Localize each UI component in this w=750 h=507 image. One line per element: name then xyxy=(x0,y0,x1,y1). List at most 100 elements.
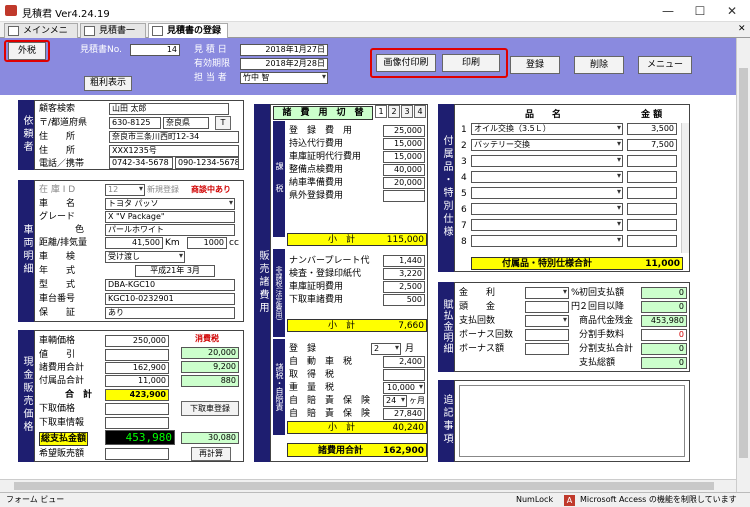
pref-field[interactable]: 奈良県 xyxy=(163,117,209,129)
accessory-name-select[interactable] xyxy=(471,171,623,183)
grade-field[interactable]: X "V Package" xyxy=(105,211,235,223)
delete-button[interactable]: 削除 xyxy=(574,56,624,74)
car-tax-field[interactable]: 2,400 xyxy=(383,356,425,368)
accessory-name-select[interactable]: バッテリー交換 xyxy=(471,139,623,151)
fee-label: 分割手数料 xyxy=(579,330,625,340)
close-tab-icon[interactable]: ✕ xyxy=(738,24,746,34)
stock-id-select[interactable]: 12 xyxy=(105,184,145,196)
staff-select[interactable]: 竹中 智 xyxy=(240,72,328,84)
accessory-name-select[interactable] xyxy=(471,155,623,167)
accessory-name-select[interactable] xyxy=(471,235,623,247)
valid-label: 有効期限 xyxy=(194,59,231,69)
trade-register-button[interactable]: 下取車登録 xyxy=(181,401,239,416)
mobile-field[interactable]: 090-1234-5678 xyxy=(175,157,239,169)
print-with-image-button[interactable]: 画像付印刷 xyxy=(376,54,436,72)
accessory-amount-field[interactable] xyxy=(627,219,677,231)
accessory-name-select[interactable] xyxy=(471,203,623,215)
nontax-value[interactable]: 2,500 xyxy=(383,281,425,293)
trade-car-field[interactable] xyxy=(105,417,169,429)
displacement-field[interactable]: 1000 xyxy=(187,237,227,249)
fee-item-value[interactable]: 20,000 xyxy=(383,177,425,189)
first-pay-label: 初回支払額 xyxy=(579,288,625,298)
accessory-amount-field[interactable] xyxy=(627,187,677,199)
reg-month-select[interactable]: 2 xyxy=(371,343,401,355)
count-select[interactable] xyxy=(525,315,569,327)
car-name-select[interactable]: トヨタ パッソ xyxy=(105,198,235,210)
date-field[interactable]: 2018年1月27日 xyxy=(240,44,328,56)
customer-search-input[interactable]: 山田 太郎 xyxy=(109,103,229,115)
nontax-value[interactable]: 500 xyxy=(383,294,425,306)
menu-button[interactable]: メニュー xyxy=(638,56,692,74)
fee-tab-4[interactable]: 4 xyxy=(414,105,426,118)
bonus-count-field[interactable] xyxy=(525,329,569,341)
tab-estimate-list[interactable]: 見積書一覧 xyxy=(80,23,146,50)
address2-field[interactable]: XXX1235号 xyxy=(109,145,239,157)
chassis-field[interactable]: KGC10-0232901 xyxy=(105,293,235,305)
fee-item-value[interactable]: 15,000 xyxy=(383,138,425,150)
year-field[interactable]: 平成21年 3月 xyxy=(135,265,215,277)
estimate-no-field[interactable]: 14 xyxy=(130,44,180,56)
accessory-scrollbar[interactable] xyxy=(681,123,689,253)
fee-item-value[interactable]: 15,000 xyxy=(383,151,425,163)
down-field[interactable] xyxy=(525,301,569,313)
grand-total-label: 総支払金額 xyxy=(39,432,89,446)
trade-field[interactable] xyxy=(105,403,169,415)
accessory-name-select[interactable] xyxy=(471,187,623,199)
nontax-value[interactable]: 3,220 xyxy=(383,268,425,280)
register-button[interactable]: 登録 xyxy=(510,56,560,74)
scroll-thumb[interactable] xyxy=(739,68,748,458)
warranty-field[interactable]: あり xyxy=(105,307,235,319)
address1-field[interactable]: 奈良市三条川西町12-34 xyxy=(109,131,239,143)
tel-field[interactable]: 0742-34-5678 xyxy=(109,157,173,169)
fee-item-value[interactable] xyxy=(383,190,425,202)
new-register-link[interactable]: 新規登録 xyxy=(147,184,179,196)
accessory-amount-field[interactable]: 7,500 xyxy=(627,139,677,151)
insurance-month-select[interactable]: 24 xyxy=(383,395,407,407)
fee-tab-3[interactable]: 3 xyxy=(401,105,413,118)
close-button[interactable]: ✕ xyxy=(716,1,748,21)
minimize-button[interactable]: — xyxy=(652,1,684,21)
scroll-thumb[interactable] xyxy=(14,482,714,490)
vertical-scrollbar[interactable] xyxy=(736,38,750,492)
print-button[interactable]: 印刷 xyxy=(442,54,500,72)
accessory-row-number: 2 xyxy=(461,141,467,151)
accessory-name-select[interactable]: オイル交換（3.5Ｌ） xyxy=(471,123,623,135)
weight-tax-select[interactable]: 10,000 xyxy=(383,382,425,394)
second-pay-field: 0 xyxy=(641,301,687,313)
client-panel: 顧客検索 山田 太郎 〒/都道府県 630-8125 奈良県 T 住 所 奈良市… xyxy=(34,100,244,170)
tax-toggle-button[interactable]: 外税 xyxy=(8,42,46,60)
accessory-amount-field[interactable]: 3,500 xyxy=(627,123,677,135)
maximize-button[interactable]: ☐ xyxy=(684,1,716,21)
rate-select[interactable] xyxy=(525,287,569,299)
bonus-field[interactable] xyxy=(525,343,569,355)
accessory-amount-field[interactable] xyxy=(627,155,677,167)
tab-estimate-register[interactable]: 見積書の登録 xyxy=(148,23,228,38)
accessory-amount-field[interactable] xyxy=(627,203,677,215)
vehicle-price-field[interactable]: 250,000 xyxy=(105,335,169,347)
inspection-select[interactable]: 受け渡し xyxy=(105,251,185,263)
distance-field[interactable]: 41,500 xyxy=(105,237,163,249)
fee-tab-2[interactable]: 2 xyxy=(388,105,400,118)
accessory-amount-field[interactable] xyxy=(627,235,677,247)
fee-item-value[interactable]: 25,000 xyxy=(383,125,425,137)
zip-lookup-button[interactable]: T xyxy=(215,116,231,130)
accessory-amount-field[interactable] xyxy=(627,171,677,183)
fee-tab-1[interactable]: 1 xyxy=(375,105,387,118)
nontax-value[interactable]: 1,440 xyxy=(383,255,425,267)
horizontal-scrollbar[interactable] xyxy=(0,479,736,492)
insurance-field[interactable]: 27,840 xyxy=(383,408,425,420)
tab-main-menu[interactable]: メインメニュー xyxy=(4,23,78,50)
hope-price-field[interactable] xyxy=(105,448,169,460)
notes-textarea[interactable] xyxy=(459,385,685,457)
recalc-button[interactable]: 再計算 xyxy=(191,447,231,461)
reg-label: 登 録 xyxy=(289,344,317,354)
valid-field[interactable]: 2018年2月28日 xyxy=(240,58,328,70)
fee-item-value[interactable]: 40,000 xyxy=(383,164,425,176)
model-field[interactable]: DBA-KGC10 xyxy=(105,279,235,291)
color-field[interactable]: パールホワイト xyxy=(105,224,235,236)
acq-tax-field[interactable] xyxy=(383,369,425,381)
accessory-name-select[interactable] xyxy=(471,219,623,231)
zip-field[interactable]: 630-8125 xyxy=(109,117,161,129)
discount-field[interactable] xyxy=(105,349,169,361)
profit-button[interactable]: 粗利表示 xyxy=(84,76,132,91)
